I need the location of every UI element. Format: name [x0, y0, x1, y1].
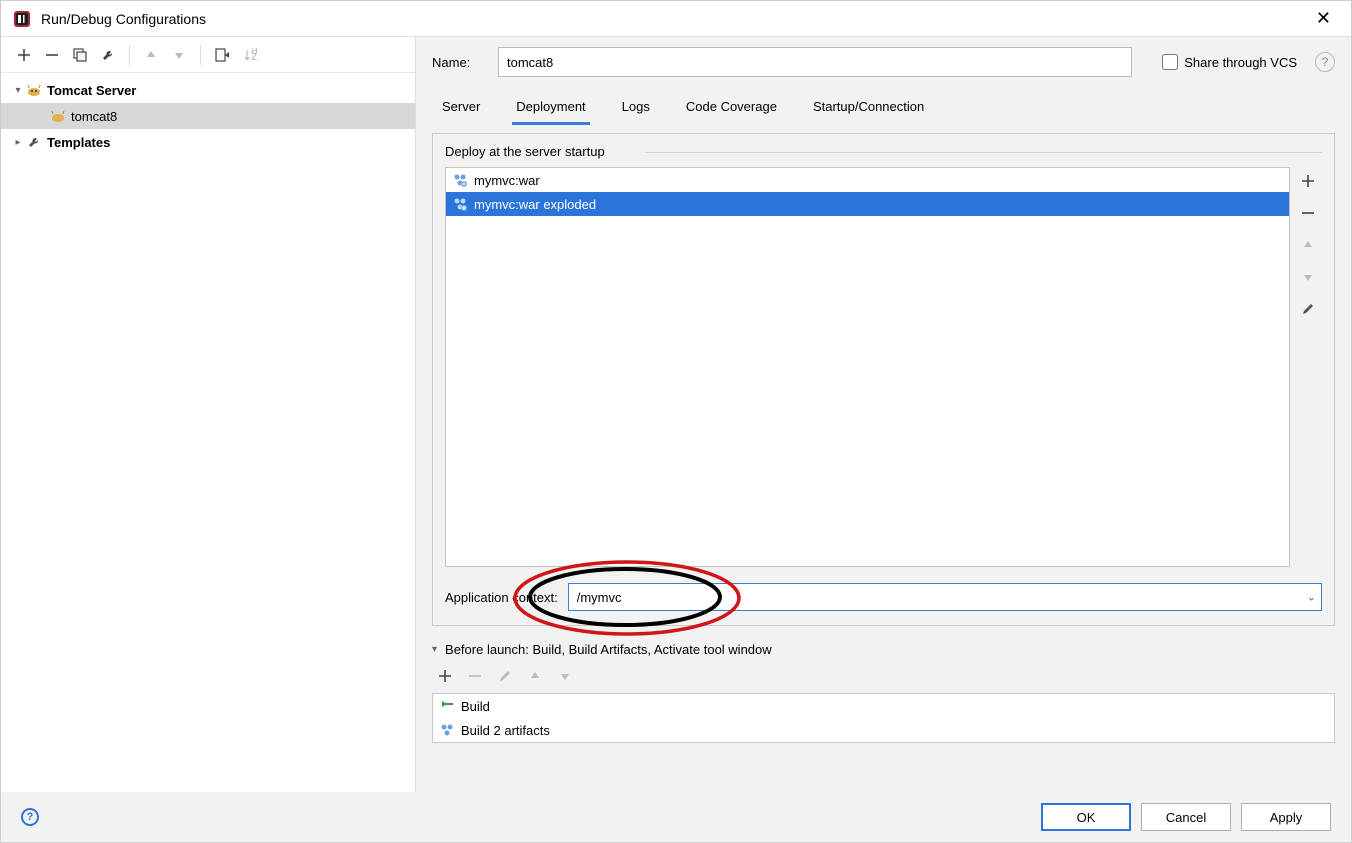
help-button[interactable]: ? [21, 808, 39, 826]
tomcat-icon [25, 83, 43, 97]
tab-logs[interactable]: Logs [618, 91, 654, 124]
tab-startup-connection[interactable]: Startup/Connection [809, 91, 928, 124]
tree-node-tomcat8[interactable]: tomcat8 [1, 103, 415, 129]
tomcat-icon [49, 109, 67, 123]
artifact-list[interactable]: mymvc:war mymvc:war exploded [445, 167, 1290, 567]
remove-button[interactable] [39, 42, 65, 68]
run-debug-dialog: Run/Debug Configurations ✕ az ▾ [0, 0, 1352, 843]
app-icon [13, 10, 31, 28]
remove-task-button [462, 663, 488, 689]
hammer-icon [439, 698, 455, 714]
ok-button[interactable]: OK [1041, 803, 1131, 831]
edit-artifact-button[interactable] [1294, 295, 1322, 323]
sort-button: az [237, 42, 263, 68]
help-icon[interactable]: ? [1315, 52, 1335, 72]
wrench-button[interactable] [95, 42, 121, 68]
svg-text:z: z [251, 48, 257, 62]
name-input[interactable] [498, 47, 1132, 77]
before-launch-item-label: Build 2 artifacts [461, 723, 550, 738]
artifact-item[interactable]: mymvc:war exploded [446, 192, 1289, 216]
before-launch-section: ▾ Before launch: Build, Build Artifacts,… [432, 642, 1335, 743]
before-launch-item[interactable]: Build [433, 694, 1334, 718]
artifact-label: mymvc:war exploded [474, 197, 596, 212]
before-launch-list[interactable]: Build Build 2 artifacts [432, 693, 1335, 743]
artifact-icon [452, 196, 468, 212]
chevron-down-icon: ▾ [11, 85, 25, 96]
tree-node-templates[interactable]: ▸ Templates [1, 129, 415, 155]
artifact-side-buttons [1294, 167, 1322, 567]
add-button[interactable] [11, 42, 37, 68]
context-label: Application context: [445, 590, 558, 605]
name-label: Name: [432, 55, 486, 70]
up-task-button [522, 663, 548, 689]
share-label: Share through VCS [1184, 55, 1297, 70]
before-launch-header[interactable]: ▾ Before launch: Build, Build Artifacts,… [432, 642, 1335, 657]
before-launch-toolbar [432, 663, 1335, 689]
add-artifact-button[interactable] [1294, 167, 1322, 195]
share-checkbox[interactable] [1162, 54, 1178, 70]
content: az ▾ Tomcat Server tomcat8 ▸ Templates [1, 37, 1351, 792]
application-context-input[interactable] [568, 583, 1322, 611]
tree-node-tomcat-server[interactable]: ▾ Tomcat Server [1, 77, 415, 103]
before-launch-label: Before launch: Build, Build Artifacts, A… [445, 642, 772, 657]
up-artifact-button [1294, 231, 1322, 259]
add-task-button[interactable] [432, 663, 458, 689]
sidebar: az ▾ Tomcat Server tomcat8 ▸ Templates [1, 37, 416, 792]
tab-code-coverage[interactable]: Code Coverage [682, 91, 781, 124]
tabs: Server Deployment Logs Code Coverage Sta… [432, 91, 1335, 125]
application-context-combo[interactable]: ⌄ [568, 583, 1322, 611]
before-launch-item[interactable]: Build 2 artifacts [433, 718, 1334, 742]
deploy-section-label: Deploy at the server startup [445, 144, 1322, 159]
cancel-button[interactable]: Cancel [1141, 803, 1231, 831]
up-button [138, 42, 164, 68]
artifact-icon [452, 172, 468, 188]
down-task-button [552, 663, 578, 689]
main-panel: Name: Share through VCS ? Server Deploym… [416, 37, 1351, 792]
edit-task-button [492, 663, 518, 689]
apply-button[interactable]: Apply [1241, 803, 1331, 831]
tree-label: Templates [47, 135, 110, 150]
config-tree: ▾ Tomcat Server tomcat8 ▸ Templates [1, 73, 415, 792]
chevron-right-icon: ▸ [11, 137, 25, 148]
down-button [166, 42, 192, 68]
artifact-item[interactable]: mymvc:war [446, 168, 1289, 192]
tree-label: Tomcat Server [47, 83, 136, 98]
deployment-panel: Deploy at the server startup mymvc:war m… [432, 133, 1335, 626]
tab-server[interactable]: Server [438, 91, 484, 124]
application-context-row: Application context: ⌄ [445, 583, 1322, 611]
down-artifact-button [1294, 263, 1322, 291]
chevron-down-icon: ▾ [432, 644, 437, 655]
copy-button[interactable] [67, 42, 93, 68]
artifact-icon [439, 722, 455, 738]
share-through-vcs[interactable]: Share through VCS [1162, 54, 1297, 70]
save-button[interactable] [209, 42, 235, 68]
titlebar: Run/Debug Configurations ✕ [1, 1, 1351, 37]
name-row: Name: Share through VCS ? [432, 47, 1335, 77]
before-launch-item-label: Build [461, 699, 490, 714]
wrench-icon [25, 135, 43, 149]
footer: ? OK Cancel Apply [1, 792, 1351, 842]
artifact-label: mymvc:war [474, 173, 540, 188]
close-icon[interactable]: ✕ [1308, 4, 1339, 33]
sidebar-toolbar: az [1, 37, 415, 73]
tree-label: tomcat8 [71, 109, 117, 124]
remove-artifact-button[interactable] [1294, 199, 1322, 227]
tab-deployment[interactable]: Deployment [512, 91, 589, 124]
deploy-area: mymvc:war mymvc:war exploded [445, 167, 1322, 567]
dialog-title: Run/Debug Configurations [41, 11, 206, 27]
